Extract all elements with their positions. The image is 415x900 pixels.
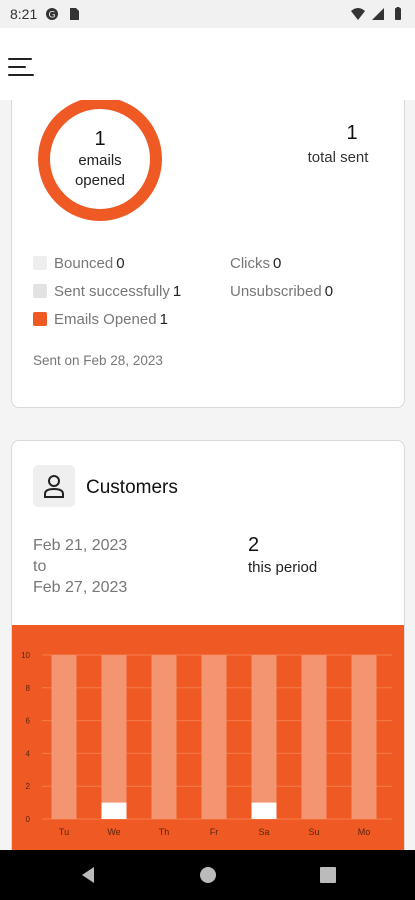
legend-swatch-bounced	[33, 256, 47, 270]
navigation-bar	[0, 850, 415, 900]
chart-x-tick-label: Tu	[59, 827, 69, 837]
chart-bar-track	[251, 655, 277, 819]
chart-x-tick-label: Mo	[358, 827, 371, 837]
total-sent-label: total sent	[307, 149, 369, 166]
customers-count: 2 this period	[248, 533, 317, 579]
svg-text:G: G	[49, 11, 56, 21]
customers-bar-chart: 0 2 4 6 8 10 Tu We Th Fr Sa Su Mo	[21, 651, 392, 837]
chart-y-tick-label: 10	[21, 651, 30, 660]
chart-bar-track	[51, 655, 77, 819]
app-notification-icon: G	[46, 8, 59, 21]
date-to-word: to	[33, 558, 47, 575]
chart-bar-track	[201, 655, 227, 819]
legend-label: Clicks	[230, 254, 270, 272]
recents-square-icon[interactable]	[318, 865, 338, 885]
customers-count-value: 2	[248, 534, 260, 556]
legend-label: Sent successfully	[54, 282, 170, 300]
legend-label: Emails Opened	[54, 310, 157, 328]
legend-bounced: Bounced 0	[33, 249, 181, 277]
chart-bar-track	[301, 655, 327, 819]
chart-x-tick-label: Su	[308, 827, 319, 837]
legend-value: 1	[172, 282, 182, 300]
total-sent: 1 total sent	[282, 119, 382, 169]
chart-y-tick-label: 0	[26, 815, 31, 824]
status-legend: Bounced 0 Sent successfully 1 Emails Ope…	[33, 249, 181, 333]
wifi-icon	[351, 8, 365, 20]
chart-y-tick-label: 2	[26, 782, 31, 791]
sim-card-icon	[70, 8, 80, 20]
back-triangle-icon[interactable]	[78, 865, 98, 885]
legend-sent-successfully: Sent successfully 1	[33, 277, 181, 305]
date-from: Feb 21, 2023	[33, 537, 128, 554]
date-to: Feb 27, 2023	[33, 579, 128, 596]
chart-x-tick-label: Sa	[258, 827, 269, 837]
app-bar	[0, 28, 415, 100]
chart-bar	[101, 802, 127, 819]
customers-card[interactable]: Customers Feb 21, 2023 to Feb 27, 2023 2…	[11, 440, 405, 850]
battery-icon	[395, 7, 401, 20]
date-range: Feb 21, 2023 to Feb 27, 2023	[33, 535, 127, 598]
chart-y-tick-label: 4	[26, 749, 31, 758]
legend-clicks: Clicks 0	[230, 249, 333, 277]
cell-signal-icon	[372, 8, 384, 20]
email-stats-card: 1 emails opened 1 total sent Bounced 0 S…	[11, 100, 405, 408]
legend-unsubscribed: Unsubscribed 0	[230, 277, 333, 305]
legend-swatch-sent	[33, 284, 47, 298]
legend-value: 0	[116, 254, 125, 272]
sent-on-date: Sent on Feb 28, 2023	[33, 353, 163, 368]
status-time: 8:21	[10, 6, 38, 22]
chart-x-tick-label: We	[107, 827, 120, 837]
emails-opened-count: 1	[94, 128, 106, 150]
legend-label: Bounced	[54, 254, 114, 272]
emails-opened-donut: 1 emails opened	[38, 100, 162, 221]
status-bar: 8:21 G	[0, 0, 415, 28]
legend-swatch-opened	[33, 312, 47, 326]
customers-chart: 0 2 4 6 8 10 Tu We Th Fr Sa Su Mo	[12, 625, 404, 850]
legend-emails-opened: Emails Opened 1	[33, 305, 181, 333]
chart-bar-track	[101, 655, 127, 819]
legend-value: 1	[159, 310, 168, 328]
chart-x-tick-label: Fr	[210, 827, 219, 837]
chart-bar-track	[351, 655, 377, 819]
chart-bar	[251, 802, 277, 819]
chart-y-tick-label: 8	[26, 684, 31, 693]
person-icon	[33, 465, 75, 507]
emails-opened-label: emails opened	[74, 152, 126, 189]
customers-count-label: this period	[248, 559, 318, 576]
engagement-legend: Clicks 0 Unsubscribed 0	[230, 249, 333, 305]
legend-value: 0	[324, 282, 334, 300]
hamburger-menu-icon[interactable]	[8, 56, 36, 78]
chart-y-tick-label: 6	[26, 717, 31, 726]
total-sent-count: 1	[346, 122, 358, 144]
chart-bar-track	[151, 655, 177, 819]
content-scroll[interactable]: 1 emails opened 1 total sent Bounced 0 S…	[0, 100, 415, 850]
home-circle-icon[interactable]	[198, 865, 218, 885]
legend-label: Unsubscribed	[230, 282, 322, 300]
legend-value: 0	[273, 254, 282, 272]
customers-title: Customers	[86, 477, 178, 498]
chart-x-tick-label: Th	[159, 827, 170, 837]
